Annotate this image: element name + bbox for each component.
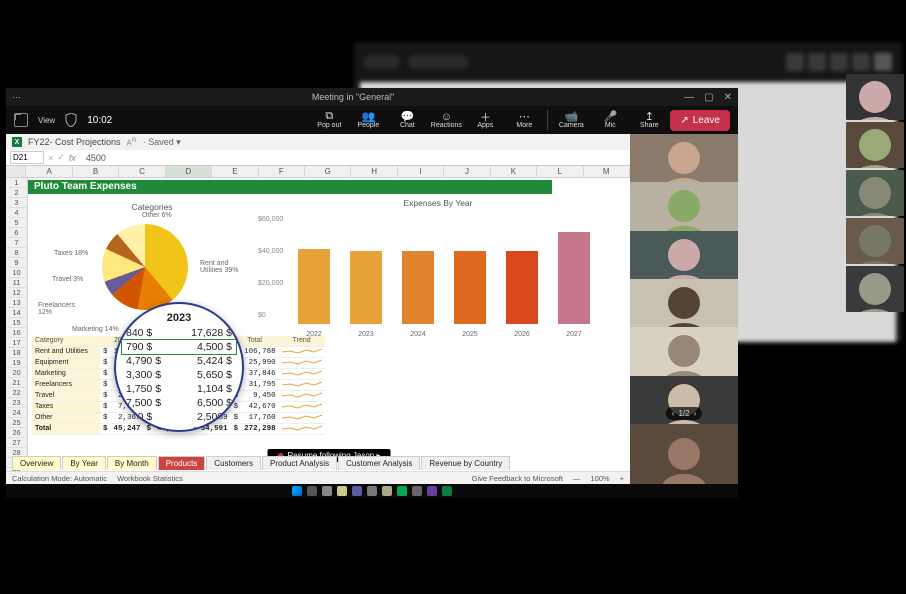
- participant-tile[interactable]: [630, 231, 738, 279]
- excel-filename[interactable]: FY22- Cost Projections: [28, 137, 121, 147]
- participant-tile[interactable]: [630, 327, 738, 375]
- windows-taskbar[interactable]: [6, 484, 738, 498]
- more-button[interactable]: ⋯More: [506, 107, 542, 133]
- participant-tile[interactable]: [630, 182, 738, 230]
- apps-button[interactable]: ＋Apps: [467, 107, 503, 133]
- sheet-tab[interactable]: Products: [158, 456, 206, 470]
- view-grid-icon[interactable]: [14, 113, 28, 127]
- participant-tile[interactable]: [630, 279, 738, 327]
- formula-value[interactable]: 4500: [80, 153, 106, 163]
- magnifier-lens: 2023 840 $17,628 $790 $4,500 $4,790 $5,4…: [114, 302, 244, 432]
- sheet-tab[interactable]: Customers: [206, 456, 261, 470]
- name-box[interactable]: [10, 151, 44, 164]
- meeting-window: ⋯ Meeting in "General" — ▢ ✕ View 10:02 …: [6, 88, 738, 484]
- formula-bar: × ✓ fx 4500: [6, 150, 630, 166]
- sheet-tab[interactable]: By Year: [62, 456, 106, 470]
- view-label[interactable]: View: [38, 116, 55, 125]
- meeting-title: Meeting in "General": [22, 92, 684, 102]
- camera-button[interactable]: 📹Camera: [553, 107, 589, 133]
- share-button[interactable]: ↥Share: [631, 107, 667, 133]
- leave-button[interactable]: ↗Leave: [670, 110, 730, 131]
- cancel-formula-icon[interactable]: ×: [48, 153, 53, 163]
- chevron-right-icon[interactable]: ›: [694, 409, 697, 418]
- participant-tile[interactable]: [630, 134, 738, 182]
- meeting-toolbar: View 10:02 ⧉Pop out 👥People 💬Chat ☺React…: [6, 106, 738, 134]
- sheet-banner: Pluto Team Expenses: [28, 180, 552, 194]
- people-button[interactable]: 👥People: [350, 107, 386, 133]
- sheet-tab[interactable]: Product Analysis: [262, 456, 337, 470]
- excel-titlebar: X FY22- Cost Projections AR · Saved ▾: [6, 134, 630, 150]
- video-pager[interactable]: ‹ 1/2 ›: [666, 407, 702, 420]
- meeting-timer: 10:02: [87, 115, 112, 126]
- minimize-button[interactable]: —: [684, 92, 694, 103]
- sheet-tab[interactable]: Overview: [12, 456, 61, 470]
- column-headers[interactable]: A B C D E F G H I J K L M: [6, 166, 630, 178]
- zoom-level[interactable]: 100%: [590, 474, 609, 483]
- spreadsheet-grid[interactable]: Pluto Team Expenses Categories Other 6% …: [28, 178, 630, 478]
- participant-tile[interactable]: ‹ 1/2 ›: [630, 376, 738, 424]
- sheet-tab[interactable]: By Month: [107, 456, 157, 470]
- close-button[interactable]: ✕: [724, 92, 732, 103]
- sheet-tabs[interactable]: OverviewBy YearBy MonthProductsCustomers…: [12, 456, 510, 470]
- chevron-left-icon[interactable]: ‹: [672, 409, 675, 418]
- shield-icon[interactable]: [65, 113, 77, 127]
- saved-indicator[interactable]: · Saved ▾: [143, 137, 181, 148]
- sheet-tab[interactable]: Revenue by Country: [421, 456, 510, 470]
- sheet-tab[interactable]: Customer Analysis: [338, 456, 420, 470]
- participant-tile[interactable]: [630, 424, 738, 484]
- feedback-link[interactable]: Give Feedback to Microsoft: [472, 474, 563, 483]
- meeting-titlebar: ⋯ Meeting in "General" — ▢ ✕: [6, 88, 738, 106]
- excel-icon: X: [12, 137, 22, 147]
- excel-statusbar: Calculation Mode: Automatic Workbook Sta…: [6, 471, 630, 484]
- row-headers[interactable]: 1234567891011121314151617181920212223242…: [6, 178, 28, 478]
- accept-formula-icon[interactable]: ✓: [57, 152, 65, 163]
- background-video-column: [846, 74, 904, 312]
- fx-icon[interactable]: fx: [69, 153, 76, 163]
- ellipsis-icon[interactable]: ⋯: [12, 92, 22, 103]
- reactions-button[interactable]: ☺Reactions: [428, 107, 464, 133]
- shared-content: X FY22- Cost Projections AR · Saved ▾ × …: [6, 134, 630, 484]
- workbook-stats[interactable]: Workbook Statistics: [117, 474, 183, 483]
- popout-button[interactable]: ⧉Pop out: [311, 107, 347, 133]
- video-grid: ‹ 1/2 ›: [630, 134, 738, 484]
- maximize-button[interactable]: ▢: [704, 92, 713, 103]
- chat-button[interactable]: 💬Chat: [389, 107, 425, 133]
- bar-chart: Expenses By Year $60,000 $40,000 $20,000…: [258, 198, 618, 338]
- calc-mode[interactable]: Calculation Mode: Automatic: [12, 474, 107, 483]
- mic-button[interactable]: 🎤Mic: [592, 107, 628, 133]
